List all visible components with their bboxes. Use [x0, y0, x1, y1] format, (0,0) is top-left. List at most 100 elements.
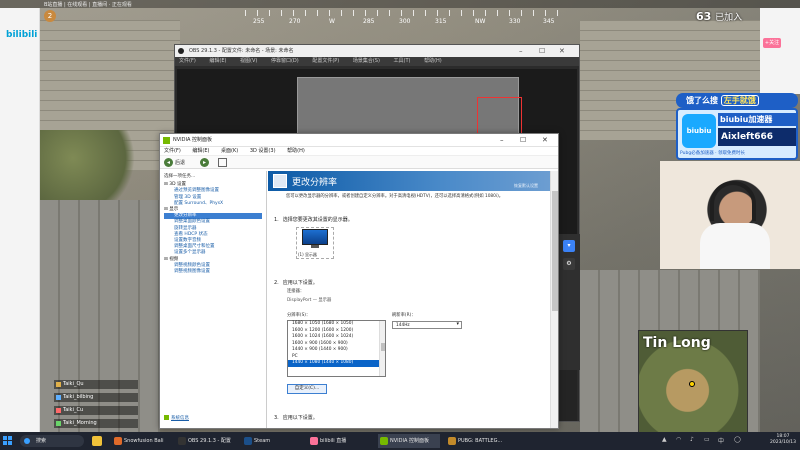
notification-icon[interactable]: ◯ [734, 436, 742, 444]
compass-label: 285 [363, 18, 375, 25]
monitor-icon[interactable] [302, 229, 328, 249]
compass-label: NW [475, 18, 486, 25]
nvidia-menu-file[interactable]: 文件(F) [164, 148, 181, 154]
taskbar-app[interactable]: bilibili 直播 [308, 434, 370, 448]
player-level-badge: 2 [44, 10, 56, 22]
compass-label: 330 [509, 18, 521, 25]
obs-menu-item[interactable]: 视图(V) [240, 58, 257, 64]
nvidia-titlebar[interactable]: NVIDIA 控制面板 – ☐ ✕ [160, 134, 558, 147]
resolution-option-selected[interactable]: 1440 × 1080 (1440 × 1080) [288, 360, 385, 367]
monitor-label: (1) 显示器 [298, 252, 317, 257]
minimize-icon[interactable]: – [500, 134, 504, 147]
scrollbar-thumb[interactable] [552, 191, 558, 311]
compass-label: 255 [253, 18, 265, 25]
taskbar-clock[interactable]: 18:07 2023/10/13 [770, 434, 796, 446]
close-icon[interactable]: ✕ [542, 134, 548, 147]
close-icon[interactable]: ✕ [559, 45, 565, 57]
team-member: Taiki_Morning [54, 419, 138, 428]
compass-label: 270 [289, 18, 301, 25]
obs-controls-side: ▾ ⚙ [558, 234, 580, 370]
grass-patch [40, 130, 150, 200]
step-1: 1. 选择您要更改其设置的显示器。 [268, 216, 353, 223]
minimize-icon[interactable]: – [519, 45, 523, 57]
step-1-label: 选择您要更改其设置的显示器。 [282, 217, 353, 223]
nvidia-control-panel-window[interactable]: NVIDIA 控制面板 – ☐ ✕ 文件(F) 编辑(E) 桌面(K) 3D 设… [159, 133, 559, 429]
obs-menu-item[interactable]: 场景集合(S) [353, 58, 380, 64]
page-scrollbar[interactable] [550, 171, 558, 428]
nvidia-menu-edit[interactable]: 编辑(E) [192, 148, 209, 154]
chevron-down-icon[interactable]: ▾ [563, 240, 575, 252]
step-3-label: 应用以下设置。 [282, 415, 318, 421]
nvidia-logo-icon [163, 137, 170, 144]
taskbar-search[interactable]: 搜索 [20, 435, 84, 447]
step-number: 3. [274, 415, 279, 421]
monitor-screen [302, 229, 328, 245]
taskbar-app[interactable]: OBS 29.1.3 - 配置 [176, 434, 238, 448]
listbox-scrollbar[interactable] [379, 321, 385, 376]
scrollbar-thumb[interactable] [381, 343, 385, 351]
promo-banner-prefix: 饿了么搜 [686, 96, 718, 105]
restore-defaults-link[interactable]: 恢复默认设置 [514, 183, 538, 189]
network-icon[interactable]: ▲ [662, 436, 670, 444]
file-explorer-icon[interactable] [92, 436, 102, 446]
refresh-rate-select[interactable]: 144Hz [392, 321, 462, 329]
taskbar-app[interactable]: Steam [242, 434, 304, 448]
bilibili-left-strip: bilibili [0, 8, 40, 432]
change-resolution-page: 更改分辨率 恢复默认设置 您可以更改显示器的分辨率，或者创建自定义分辨率。对于高… [268, 171, 558, 428]
display-settings-icon [273, 174, 287, 188]
back-label[interactable]: 后退 [175, 159, 185, 166]
obs-menu-item[interactable]: 配置文件(P) [312, 58, 339, 64]
step-2-label: 应用以下设置。 [282, 280, 318, 286]
step-number: 2. [274, 280, 279, 286]
system-info-link[interactable]: 系统信息 [164, 415, 189, 422]
streamer-shirt [700, 223, 770, 269]
windows-taskbar: 搜索 Snowfusion Bali OBS 29.1.3 - 配置 Steam bi… [0, 432, 800, 450]
minimap: Tin Long [638, 330, 748, 440]
obs-titlebar[interactable]: OBS 29.1.3 - 配置文件: 未命名 - 场景: 未命名 – ☐ ✕ [175, 45, 579, 57]
compass-label: 345 [543, 18, 555, 25]
customize-button[interactable]: 自定义(C)... [287, 384, 327, 394]
start-button[interactable] [3, 436, 13, 446]
gear-icon[interactable]: ⚙ [563, 258, 575, 270]
obs-menu-item[interactable]: 文件(F) [179, 58, 196, 64]
webcam-feed [660, 161, 800, 269]
battery-icon[interactable]: ▭ [704, 436, 712, 444]
team-member: Taiki_Cu [54, 406, 138, 415]
brand-logo: biubiu [682, 114, 716, 148]
resolution-listbox[interactable]: 1680 × 1050 (1680 × 1050) 1600 × 1200 (16… [287, 320, 386, 377]
obs-menu-item[interactable]: 编辑(E) [209, 58, 226, 64]
follow-button[interactable]: +关注 [763, 38, 781, 48]
maximize-icon[interactable]: ☐ [520, 134, 526, 147]
compass-label: W [329, 18, 335, 25]
obs-menu-item[interactable]: 工具(T) [394, 58, 411, 64]
obs-menu-item[interactable]: 停靠窗口(D) [271, 58, 299, 64]
ime-icon[interactable]: 中 [718, 436, 726, 445]
obs-menu-item[interactable]: 帮助(H) [424, 58, 442, 64]
volume-icon[interactable]: ♪ [690, 436, 698, 444]
task-tree-header: 选择一项任务... [164, 174, 196, 179]
compass-label: 315 [435, 18, 447, 25]
home-icon[interactable] [218, 158, 227, 167]
taskbar-app[interactable]: Snowfusion Bali [112, 434, 174, 448]
player-marker [689, 381, 695, 387]
maximize-icon[interactable]: ☐ [539, 45, 545, 57]
back-arrow-icon[interactable]: ◂ [164, 158, 173, 167]
monitor-stand [311, 245, 319, 248]
nvidia-menu-help[interactable]: 帮助(H) [287, 148, 305, 154]
taskbar-app[interactable]: NVIDIA 控制面板 [378, 434, 440, 448]
nvidia-menu-desktop[interactable]: 桌面(K) [221, 148, 238, 154]
wifi-icon[interactable]: ◠ [676, 436, 684, 444]
taskbar-app[interactable]: PUBG: BATTLEG... [446, 434, 508, 448]
team-member: Taiki_bilbing [54, 393, 138, 402]
obs-title: OBS 29.1.3 - 配置文件: 未命名 - 场景: 未命名 [189, 48, 294, 54]
nvidia-menu-3d[interactable]: 3D 设置(3) [250, 148, 276, 154]
promo-banner: 饿了么搜 左手就饿 [676, 93, 798, 108]
bilibili-logo[interactable]: bilibili [6, 30, 37, 40]
promo-title: biubiu加速器 [718, 113, 796, 126]
obs-icon [178, 48, 184, 54]
step-number: 1. [274, 217, 279, 223]
forward-arrow-icon[interactable]: ▸ [200, 158, 209, 167]
task-tree-item[interactable]: 调整视频图像设置 [164, 269, 262, 275]
task-tree-items: ⊟ 3D 设置 通过预览调整图像设置 管理 3D 设置 配置 Surround、Phy… [164, 182, 262, 275]
compass-label: 300 [399, 18, 411, 25]
